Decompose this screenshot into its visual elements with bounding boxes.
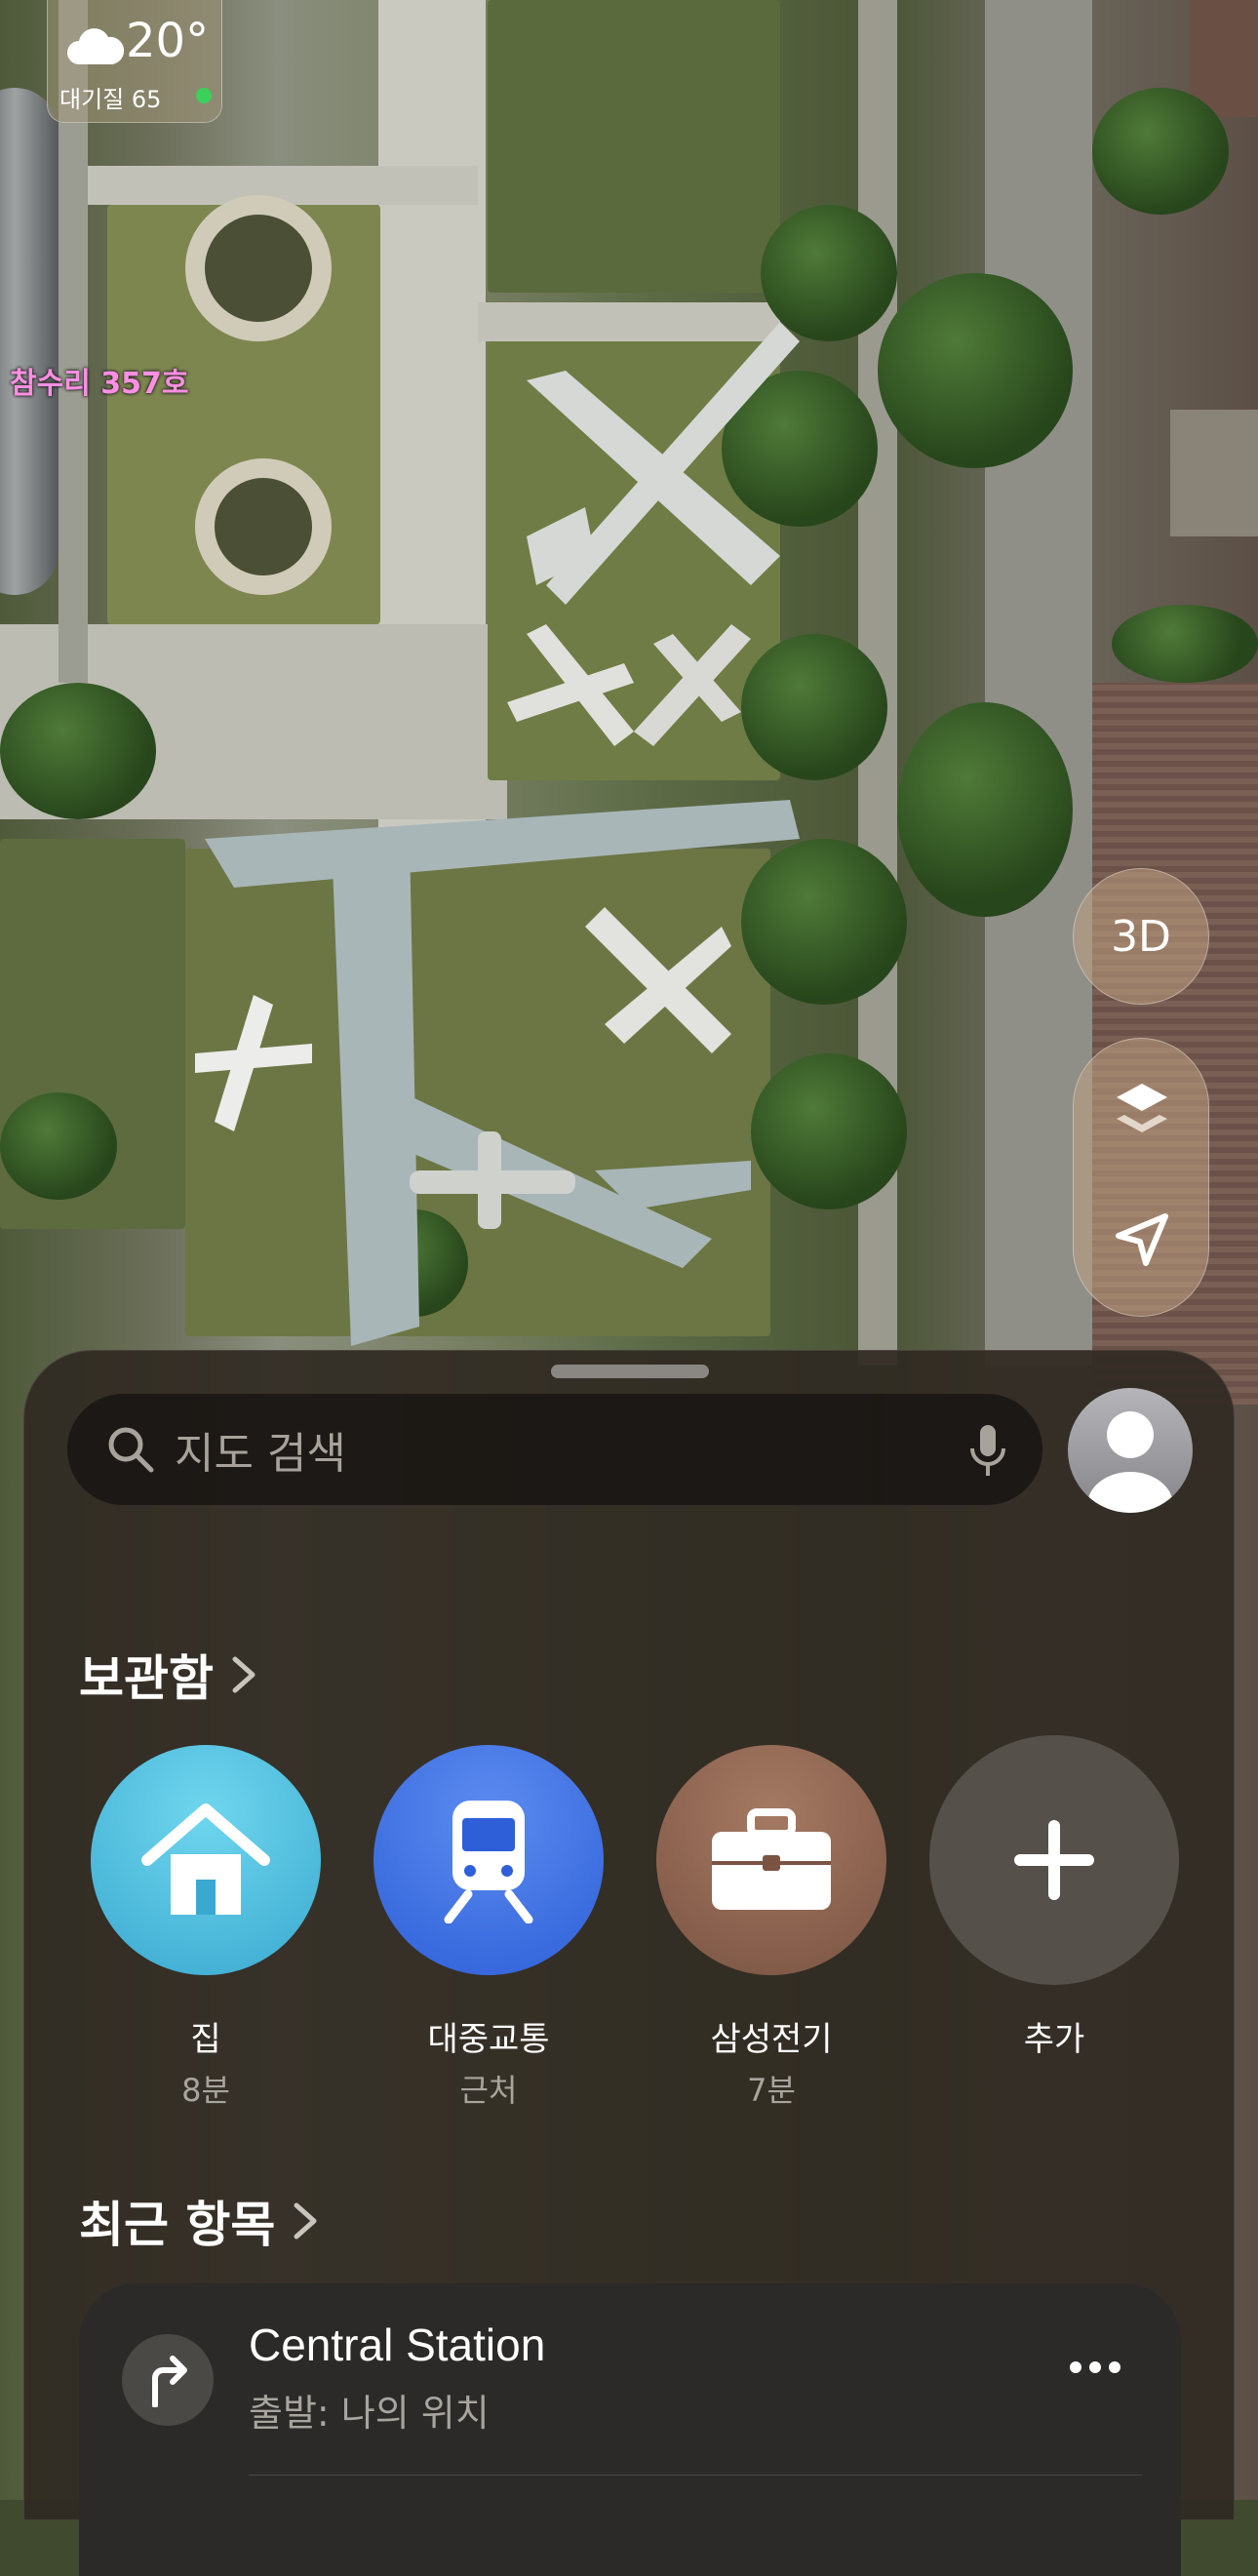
microphone-icon[interactable] [968,1423,1007,1478]
library-item-home[interactable]: 집 8분 [79,1745,333,2111]
map-tree [0,1092,117,1200]
house-icon [91,1745,321,1975]
map-tree [1092,88,1229,215]
view-3d-button[interactable]: 3D [1073,868,1209,1005]
divider [249,2475,1142,2476]
cloud-icon [67,28,124,64]
weather-widget[interactable]: 20° 대기질 65 [47,0,222,123]
map-lawn [488,0,780,293]
current-location-button[interactable] [1115,1212,1169,1271]
map-tree [878,273,1073,468]
map-aircraft [410,1131,575,1229]
more-options-button[interactable] [1070,2361,1120,2373]
chevron-right-icon [232,1656,256,1693]
location-arrow-icon [1116,1213,1168,1266]
map-tree [741,634,887,780]
air-quality-status-dot [196,88,212,103]
chevron-right-icon [294,2202,317,2239]
library-item-add[interactable]: 추가 [927,1735,1181,2060]
library-item-label: 삼성전기 [710,2020,833,2059]
map-plaza [185,195,332,341]
library-item-label: 대중교통 [427,2020,550,2059]
map-building [1170,410,1258,536]
plus-icon [929,1735,1179,1985]
map-tree [897,702,1073,917]
map-tree [1112,605,1258,683]
library-item-detail: 8분 [181,2072,230,2109]
map-ship [0,88,59,595]
library-item-label: 추가 [1023,2020,1085,2059]
search-icon [108,1427,154,1473]
person-icon [1087,1411,1173,1513]
recents-title: 최근 항목 [79,2197,276,2253]
map-aircraft [634,624,751,746]
library-item-detail: 근처 [459,2072,518,2109]
map-tree [0,683,156,819]
map-plaza [195,458,332,595]
library-item-detail: 7분 [747,2072,796,2109]
map-controls-group [1073,1038,1209,1317]
library-item-label: 집 [190,2020,221,2059]
temperature: 20° [126,14,210,68]
search-bar[interactable]: 지도 검색 [67,1394,1042,1505]
map-aircraft [195,995,312,1131]
profile-avatar[interactable] [1068,1388,1193,1513]
sheet-grabber[interactable] [551,1365,709,1378]
recent-item[interactable]: Central Station 출발: 나의 위치 [79,2283,1181,2576]
train-icon [373,1745,604,1975]
ellipsis-icon [1070,2361,1081,2373]
map-aircraft [507,624,634,746]
library-header[interactable]: 보관함 [79,1640,256,1710]
recent-item-title: Central Station [249,2319,546,2370]
air-quality-label: 대기질 65 [59,86,162,113]
bottom-sheet[interactable]: 지도 검색 보관함 집 8분 대중교통 근처 삼성전기 7분 추가 최근 항목 … [23,1350,1235,2576]
library-title: 보관함 [79,1650,214,1707]
search-input[interactable]: 지도 검색 [175,1418,346,1481]
map-aircraft [527,322,800,605]
briefcase-icon [656,1745,886,1975]
library-item-work[interactable]: 삼성전기 7분 [645,1745,898,2111]
layers-button[interactable] [1113,1078,1171,1140]
map-aircraft [585,907,731,1053]
turn-right-arrow-icon [122,2334,214,2426]
recent-item-subtitle: 출발: 나의 위치 [249,2392,490,2435]
library-item-transit[interactable]: 대중교통 근처 [362,1745,615,2111]
layers-icon [1117,1084,1167,1132]
recents-header[interactable]: 최근 항목 [79,2186,318,2256]
map-poi-label[interactable]: 참수리 357호 [10,359,188,402]
